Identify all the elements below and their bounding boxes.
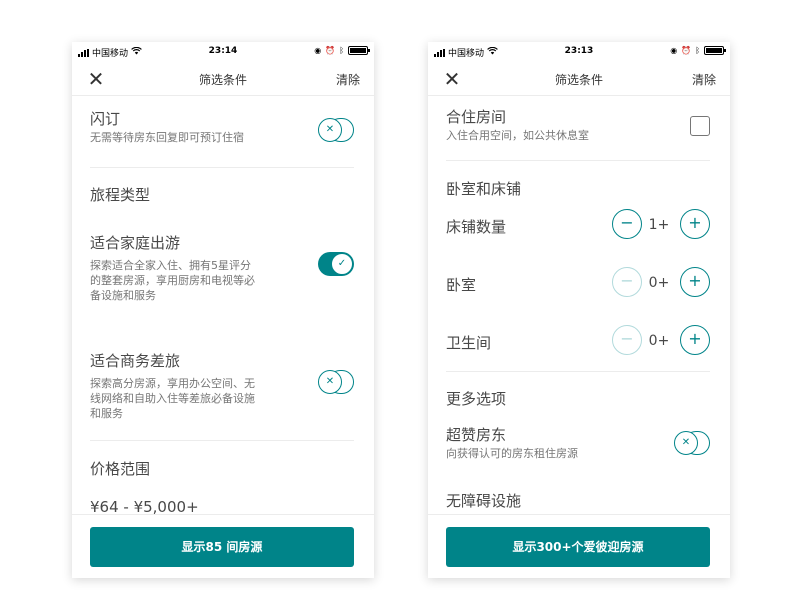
shared-room-checkbox[interactable] <box>690 116 710 136</box>
family-subtitle: 探索适合全家入住、拥有5星评分 的整套房源，享用厨房和电视等必 备设施和服务 <box>90 259 255 302</box>
divider <box>90 167 354 168</box>
close-icon: ✕ <box>318 370 342 394</box>
beds-minus-button[interactable]: − <box>612 209 642 239</box>
filter-list[interactable]: 合住房间 入住合用空间，如公共休息室 卧室和床铺 床铺数量 − 1+ + 卧室 … <box>428 96 730 514</box>
divider <box>90 440 354 441</box>
bedrooms-value: 0+ <box>648 275 670 291</box>
bluetooth-icon: ᛒ <box>339 46 344 55</box>
price-section-title: 价格范围 <box>90 460 151 478</box>
status-bar: 中国移动 23:14 ◉ ⏰ ᛒ <box>72 42 374 62</box>
check-icon: ✓ <box>331 253 353 275</box>
close-icon: ✕ <box>318 118 342 142</box>
beds-value: 1+ <box>648 217 670 233</box>
footer: 显示300+个爱彼迎房源 <box>428 514 730 578</box>
business-subtitle: 探索高分房源，享用办公空间、无 线网络和自助入住等差旅必备设施 和服务 <box>90 377 255 420</box>
phone-screen-left: 中国移动 23:14 ◉ ⏰ ᛒ ✕ 筛选条件 清除 闪订 无需等待房东回复即可… <box>72 42 374 578</box>
show-results-button[interactable]: 显示85 间房源 <box>90 527 354 567</box>
superhost-title: 超赞房东 <box>446 426 507 444</box>
alarm-icon: ⏰ <box>325 46 336 55</box>
footer: 显示85 间房源 <box>72 514 374 578</box>
clear-button[interactable]: 清除 <box>336 71 360 88</box>
trip-type-section-title: 旅程类型 <box>90 186 151 204</box>
shared-room-subtitle: 入住合用空间，如公共休息室 <box>446 129 589 142</box>
phone-screen-right: 中国移动 23:13 ◉ ⏰ ᛒ ✕ 筛选条件 清除 合住房间 入住合用空间，如… <box>428 42 730 578</box>
status-bar: 中国移动 23:13 ◉ ⏰ ᛒ <box>428 42 730 62</box>
show-results-button[interactable]: 显示300+个爱彼迎房源 <box>446 527 710 567</box>
stepper-label-bedrooms: 卧室 <box>446 276 477 294</box>
filter-list[interactable]: 闪订 无需等待房东回复即可预订住宿 ✕ 旅程类型 适合家庭出游 探索适合全家入住… <box>72 96 374 514</box>
alarm-icon: ⏰ <box>681 46 692 55</box>
shared-room-title: 合住房间 <box>446 108 507 126</box>
nav-bar: ✕ 筛选条件 清除 <box>72 62 374 96</box>
nav-bar: ✕ 筛选条件 清除 <box>428 62 730 96</box>
instant-book-toggle[interactable]: ✕ <box>318 118 354 142</box>
family-title: 适合家庭出游 <box>90 234 181 252</box>
beds-plus-button[interactable]: + <box>680 209 710 239</box>
instant-book-subtitle: 无需等待房东回复即可预订住宿 <box>90 131 244 144</box>
rotation-lock-icon: ◉ <box>314 46 322 55</box>
rotation-lock-icon: ◉ <box>670 46 678 55</box>
bedrooms-minus-button[interactable]: − <box>612 267 642 297</box>
bluetooth-icon: ᛒ <box>695 46 700 55</box>
rooms-section-title: 卧室和床铺 <box>446 180 522 198</box>
bathrooms-plus-button[interactable]: + <box>680 325 710 355</box>
divider <box>446 160 710 161</box>
battery-icon <box>348 46 370 55</box>
business-toggle[interactable]: ✕ <box>318 370 354 394</box>
stepper-label-bathrooms: 卫生间 <box>446 334 492 352</box>
bathrooms-minus-button[interactable]: − <box>612 325 642 355</box>
divider <box>446 371 710 372</box>
business-title: 适合商务差旅 <box>90 352 181 370</box>
bathrooms-value: 0+ <box>648 333 670 349</box>
close-icon: ✕ <box>674 431 698 455</box>
page-title: 筛选条件 <box>198 73 247 87</box>
bedrooms-plus-button[interactable]: + <box>680 267 710 297</box>
page-title: 筛选条件 <box>554 73 603 87</box>
more-options-section-title: 更多选项 <box>446 390 507 408</box>
family-toggle[interactable]: ✓ <box>318 252 354 276</box>
clear-button[interactable]: 清除 <box>692 71 716 88</box>
superhost-toggle[interactable]: ✕ <box>674 431 710 455</box>
instant-book-title: 闪订 <box>90 110 121 128</box>
price-range-value: ¥64 - ¥5,000+ <box>90 498 199 514</box>
accessibility-section-title: 无障碍设施 <box>446 492 522 510</box>
superhost-subtitle: 向获得认可的房东租住房源 <box>446 447 578 460</box>
stepper-label-beds: 床铺数量 <box>446 218 507 236</box>
battery-icon <box>704 46 726 55</box>
